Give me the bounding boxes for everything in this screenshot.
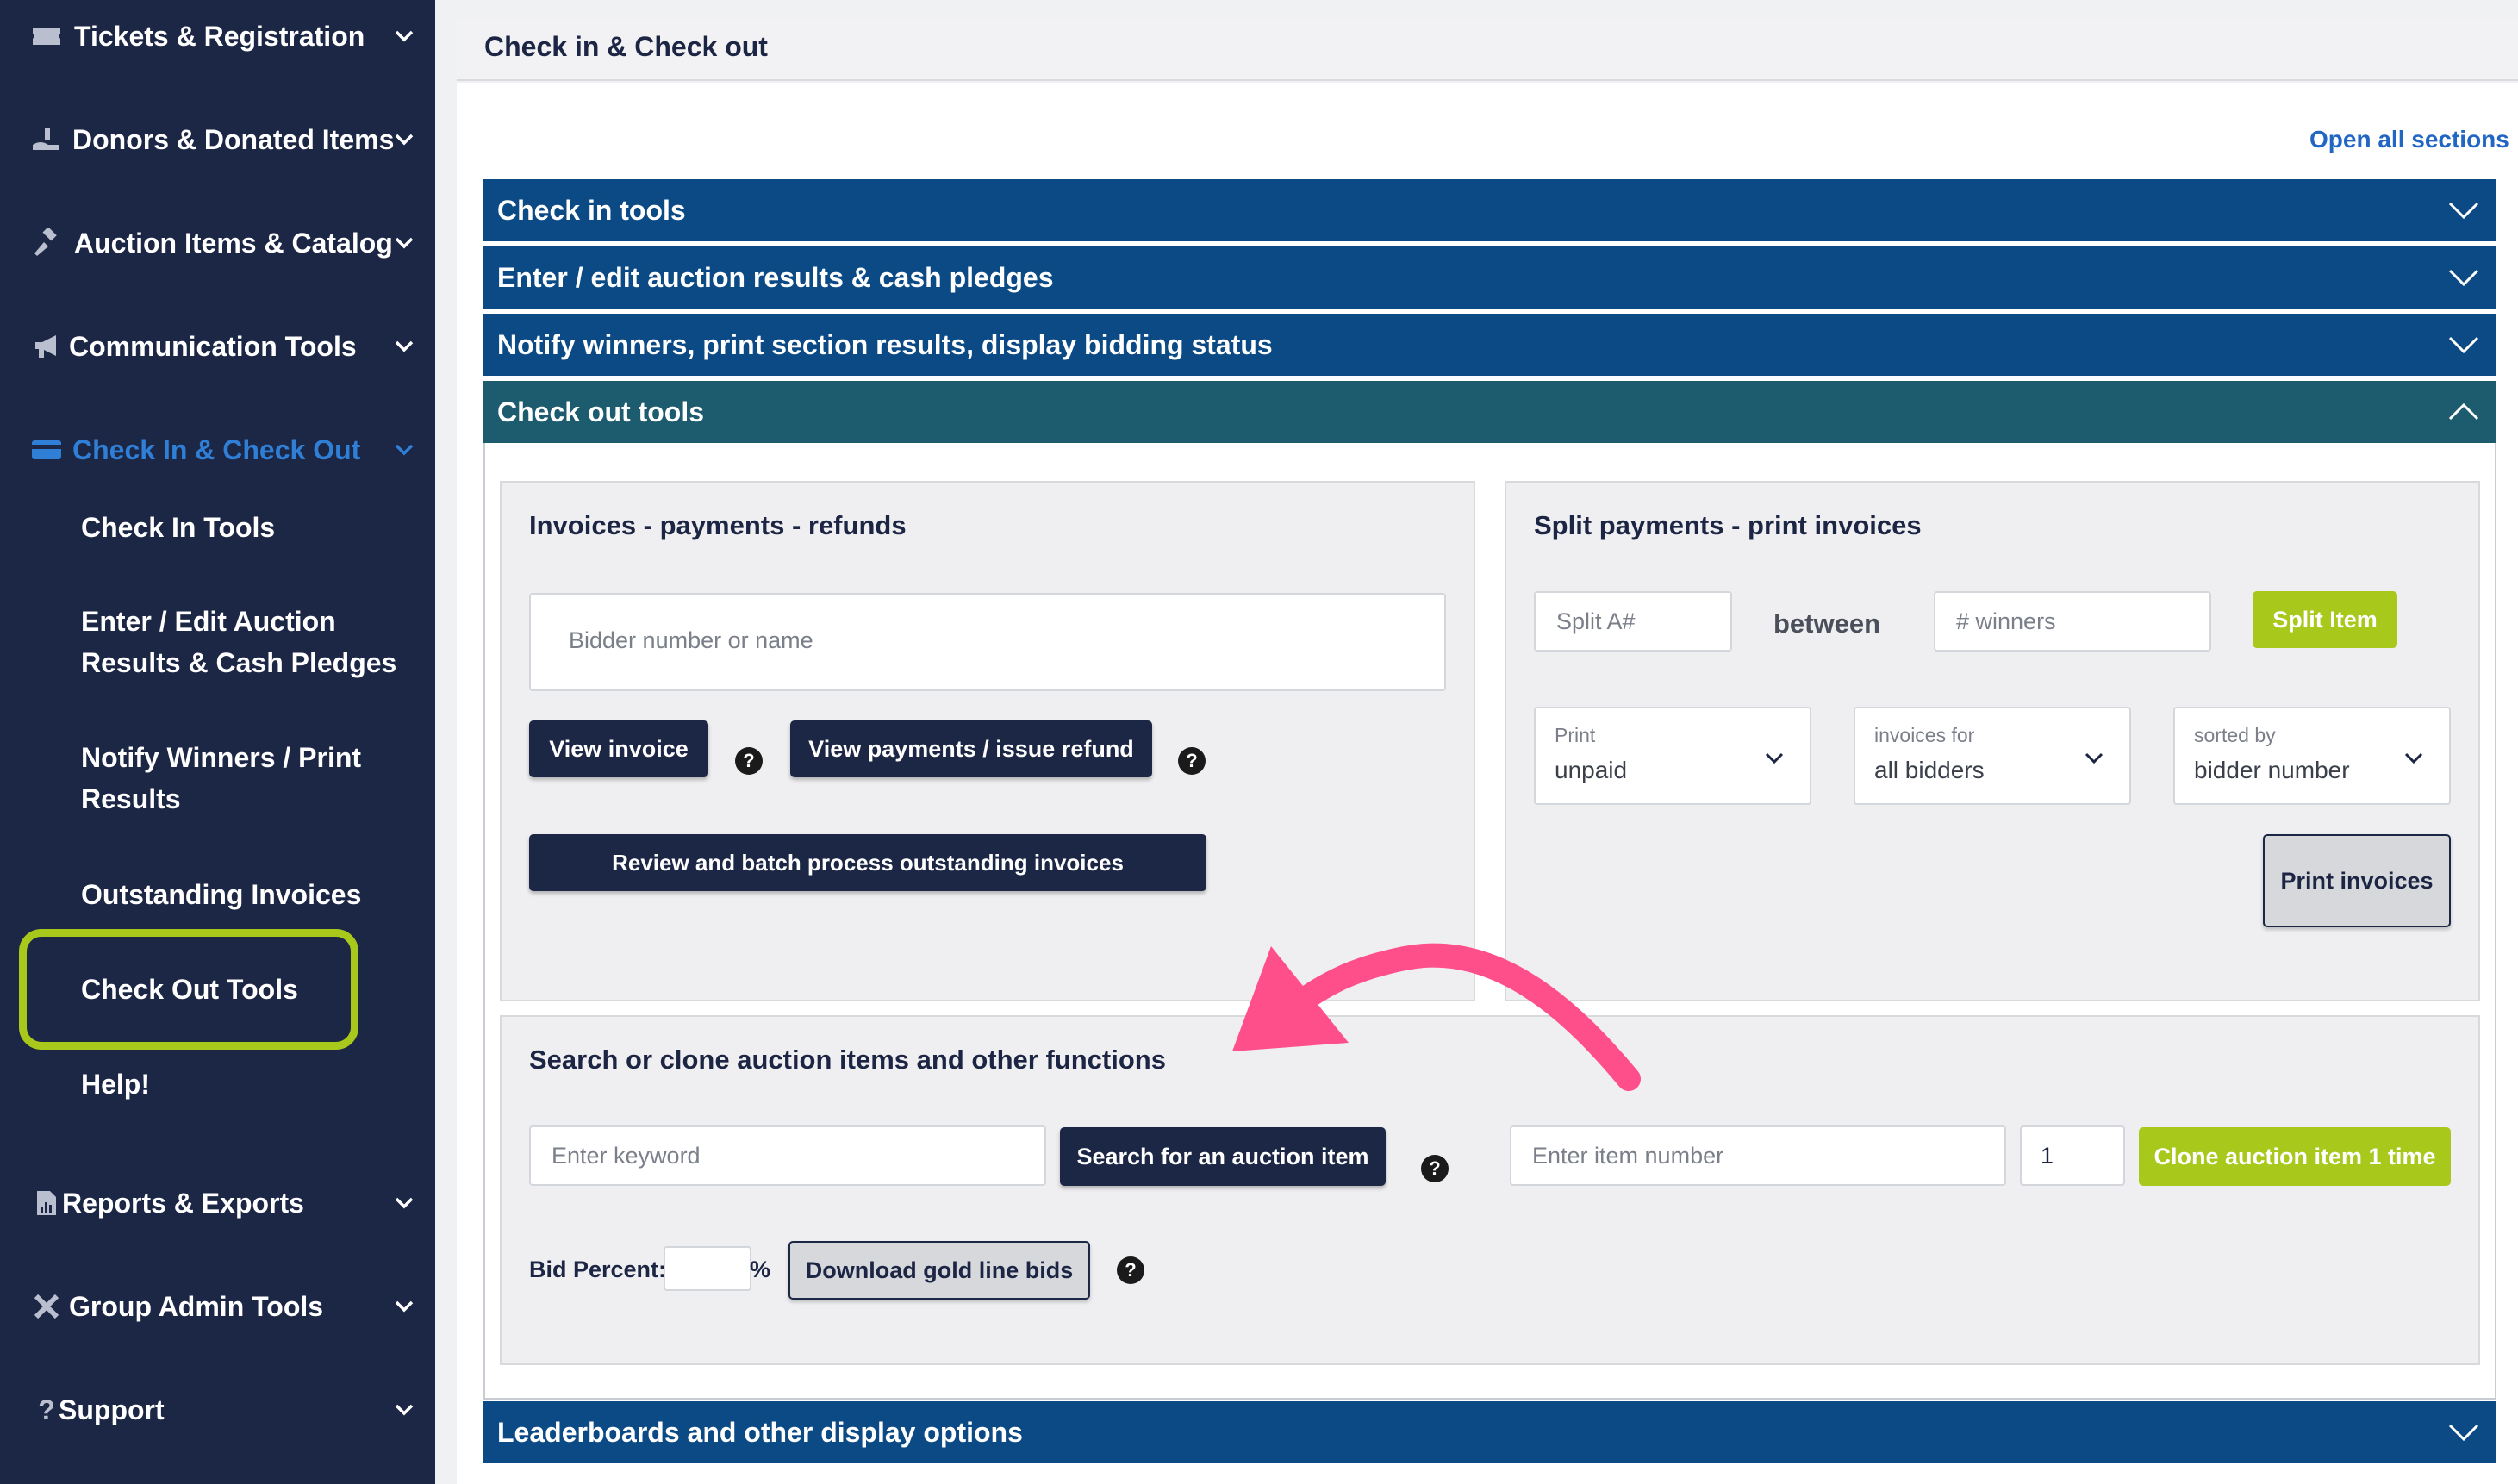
annotation-arrow-icon [1232,943,1641,1091]
view-invoice-button[interactable]: View invoice [529,720,708,777]
select-label: invoices for [1874,724,1975,746]
sorted-by-select[interactable]: sorted by bidder number [2173,707,2451,805]
keyword-search-input[interactable]: Enter keyword [529,1125,1046,1186]
split-item-placeholder: Split A# [1556,608,1636,634]
open-all-sections-link[interactable]: Open all sections [2309,126,2509,153]
chevron-up-icon [2446,396,2481,427]
chevron-down-icon [2401,745,2427,770]
chevron-down-icon [390,435,419,465]
sidebar-item-support[interactable]: ? Support [0,1375,435,1444]
select-value: unpaid [1555,757,1628,783]
view-payments-button[interactable]: View payments / issue refund [790,720,1152,777]
sidebar-item-label: Support [59,1394,165,1425]
chevron-down-icon [390,1188,419,1218]
sidebar-item-reports-exports[interactable]: Reports & Exports [0,1169,435,1238]
sidebar-item-label: Tickets & Registration [74,20,365,52]
sidebar-item-auction-items-catalog[interactable]: Auction Items & Catalog [0,209,435,277]
download-gold-line-bids-button[interactable]: Download gold line bids [788,1241,1090,1300]
accordion-check-out-tools[interactable]: Check out tools [483,381,2496,443]
bidder-search-placeholder: Bidder number or name [569,627,813,653]
sidebar-subitem-notify-winners[interactable]: Notify Winners / Print Results [81,737,408,820]
chevron-down-icon [390,1395,419,1425]
accordion-leaderboards[interactable]: Leaderboards and other display options [483,1401,2496,1463]
chevron-down-icon [2081,745,2107,770]
chevron-down-icon [1761,745,1787,770]
accordion-title: Check in tools [497,195,686,226]
accordion-notify-winners[interactable]: Notify winners, print section results, d… [483,314,2496,376]
chevron-down-icon [2446,262,2481,293]
invoices-for-select[interactable]: invoices for all bidders [1854,707,2131,805]
winners-count-placeholder: # winners [1956,608,2056,634]
sidebar-item-label: Reports & Exports [62,1187,304,1219]
sidebar-item-label: Auction Items & Catalog [74,227,393,259]
invoices-panel-title: Invoices - payments - refunds [529,510,907,540]
help-icon[interactable]: ? [1421,1155,1449,1182]
select-value: bidder number [2194,757,2350,783]
chevron-down-icon [2446,195,2481,226]
sidebar-item-label: Check In & Check Out [72,433,361,465]
sidebar-item-tickets-registration[interactable]: Tickets & Registration [0,2,435,71]
search-clone-panel-title: Search or clone auction items and other … [529,1044,1166,1075]
sidebar-subitem-outstanding-invoices[interactable]: Outstanding Invoices [81,874,408,915]
chevron-down-icon [390,1292,419,1321]
sidebar-subitem-help[interactable]: Help! [81,1063,408,1105]
accordion-title: Leaderboards and other display options [497,1417,1023,1448]
batch-process-invoices-button[interactable]: Review and batch process outstanding inv… [529,834,1206,891]
ticket-icon [29,19,64,53]
card-icon [29,433,64,467]
chevron-down-icon [2446,329,2481,360]
item-number-placeholder: Enter item number [1532,1143,1724,1169]
chevron-down-icon [390,22,419,51]
chevron-down-icon [390,228,419,258]
print-status-select[interactable]: Print unpaid [1534,707,1811,805]
keyword-placeholder: Enter keyword [552,1143,701,1169]
split-item-input[interactable]: Split A# [1534,591,1732,652]
bid-percent-label: Bid Percent: [529,1256,667,1282]
sidebar-item-label: Donors & Donated Items [72,123,395,155]
split-item-button[interactable]: Split Item [2253,591,2397,648]
clone-count-value: 1 [2041,1143,2054,1169]
winners-count-input[interactable]: # winners [1934,591,2211,652]
sidebar-item-label: Communication Tools [69,330,357,362]
split-payments-panel-title: Split payments - print invoices [1534,510,1922,540]
donate-hand-icon [29,122,64,157]
select-value: all bidders [1874,757,1985,783]
print-invoices-button[interactable]: Print invoices [2263,834,2451,927]
item-number-input[interactable]: Enter item number [1510,1125,2006,1186]
help-icon[interactable]: ? [735,747,763,775]
file-chart-icon [29,1186,64,1220]
help-icon[interactable]: ? [1117,1256,1144,1284]
chevron-down-icon [390,125,419,154]
annotation-highlight-box [19,929,358,1050]
percent-sign: % [750,1256,771,1282]
chevron-down-icon [390,332,419,361]
sidebar-item-communication-tools[interactable]: Communication Tools [0,312,435,381]
select-label: Print [1555,724,1596,746]
sidebar: Tickets & Registration Donors & Donated … [0,0,435,1484]
search-auction-item-button[interactable]: Search for an auction item [1060,1127,1386,1186]
tools-icon [29,1289,64,1324]
sidebar-item-group-admin-tools[interactable]: Group Admin Tools [0,1272,435,1341]
clone-auction-item-button[interactable]: Clone auction item 1 time [2139,1127,2451,1186]
accordion-check-in-tools[interactable]: Check in tools [483,179,2496,241]
megaphone-icon [29,329,64,364]
sidebar-subitem-check-in-tools[interactable]: Check In Tools [81,507,408,548]
sidebar-item-check-in-check-out[interactable]: Check In & Check Out [0,415,435,484]
sidebar-item-donors-donated-items[interactable]: Donors & Donated Items [0,105,435,174]
accordion-enter-edit-auction-results[interactable]: Enter / edit auction results & cash pled… [483,246,2496,309]
bid-percent-input[interactable] [664,1246,751,1291]
accordion-title: Check out tools [497,396,705,427]
accordion-title: Enter / edit auction results & cash pled… [497,262,1054,293]
gavel-icon [29,226,64,260]
bidder-search-input[interactable]: Bidder number or name [529,593,1446,691]
clone-count-input[interactable]: 1 [2020,1125,2125,1186]
between-label: between [1773,608,1881,639]
select-label: sorted by [2194,724,2276,746]
page-title: Check in & Check out [484,31,768,62]
sidebar-subitem-enter-edit-auction-results[interactable]: Enter / Edit Auction Results & Cash Pled… [81,601,408,683]
accordion-title: Notify winners, print section results, d… [497,329,1273,360]
chevron-down-icon [2446,1417,2481,1448]
sidebar-item-label: Group Admin Tools [69,1290,324,1322]
help-icon[interactable]: ? [1178,747,1206,775]
